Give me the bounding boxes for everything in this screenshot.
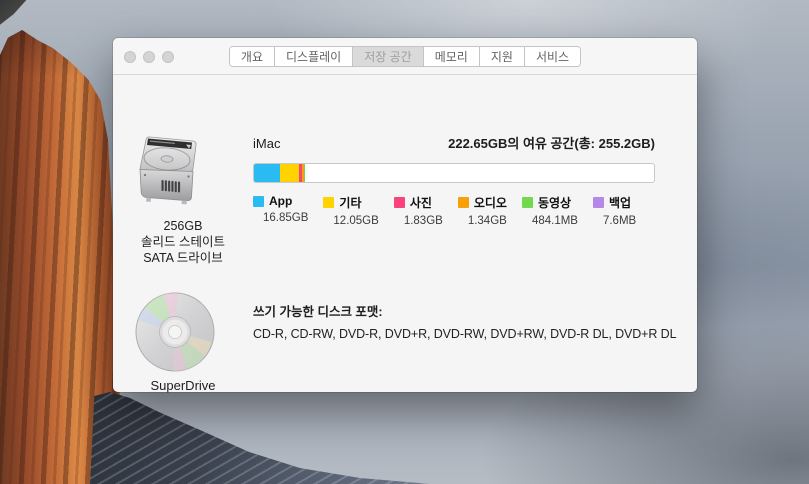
- legend-size: 12.05GB: [333, 215, 378, 227]
- legend-size: 7.6MB: [603, 215, 636, 227]
- bar-segment: [304, 164, 305, 182]
- legend-item-backups: 백업 7.6MB: [593, 194, 636, 227]
- tab-displays[interactable]: 디스플레이: [274, 47, 352, 66]
- titlebar[interactable]: 개요 디스플레이 저장 공간 메모리 지원 서비스: [113, 38, 697, 75]
- legend-label: 백업: [609, 194, 631, 211]
- legend-item-photos: 사진 1.83GB: [394, 194, 443, 227]
- swatch-backups: [593, 197, 604, 208]
- device-name: iMac: [253, 136, 280, 151]
- bar-segment: [254, 164, 280, 182]
- legend-item-audio: 오디오 1.34GB: [458, 194, 507, 227]
- writable-formats-list: CD-R, CD-RW, DVD-R, DVD+R, DVD-RW, DVD+R…: [253, 327, 676, 341]
- legend-label: 기타: [339, 194, 361, 211]
- drive-type-line2: SATA 드라이브: [113, 250, 253, 266]
- legend-item-movies: 동영상 484.1MB: [522, 194, 578, 227]
- legend-label: 동영상: [538, 194, 571, 211]
- minimize-button[interactable]: [143, 51, 155, 63]
- legend-size: 1.34GB: [468, 215, 507, 227]
- bar-segment: [280, 164, 299, 182]
- swatch-other: [323, 197, 334, 208]
- swatch-audio: [458, 197, 469, 208]
- legend-size: 1.83GB: [404, 215, 443, 227]
- legend-item-app: App 16.85GB: [253, 194, 308, 227]
- tab-overview[interactable]: 개요: [230, 47, 274, 66]
- tab-service[interactable]: 서비스: [524, 47, 580, 66]
- drive-capacity: 256GB: [113, 218, 253, 234]
- internal-drive-label: 256GB 솔리드 스테이트 SATA 드라이브: [113, 218, 253, 266]
- legend-label: App: [269, 194, 292, 208]
- legend-label: 오디오: [474, 194, 507, 211]
- free-space-text: 222.65GB의 여유 공간(총: 255.2GB): [448, 133, 655, 152]
- tab-storage[interactable]: 저장 공간: [352, 47, 423, 66]
- legend-item-other: 기타 12.05GB: [323, 194, 378, 227]
- superdrive-disc-icon: [133, 290, 217, 374]
- tab-memory[interactable]: 메모리: [423, 47, 479, 66]
- swatch-photos: [394, 197, 405, 208]
- about-this-mac-window: 개요 디스플레이 저장 공간 메모리 지원 서비스: [113, 38, 697, 392]
- storage-bar: [253, 163, 655, 183]
- traffic-lights: [124, 38, 174, 75]
- legend-size: 484.1MB: [532, 215, 578, 227]
- writable-formats-title: 쓰기 가능한 디스크 포맷:: [253, 301, 383, 320]
- legend-label: 사진: [410, 194, 432, 211]
- storage-summary: iMac 222.65GB의 여유 공간(총: 255.2GB) App 16.…: [253, 133, 655, 227]
- storage-header: iMac 222.65GB의 여유 공간(총: 255.2GB): [253, 133, 655, 152]
- superdrive-label: SuperDrive: [113, 378, 253, 393]
- legend-size: 16.85GB: [263, 212, 308, 224]
- drive-type-line1: 솔리드 스테이트: [113, 234, 253, 250]
- tab-support[interactable]: 지원: [479, 47, 524, 66]
- zoom-button[interactable]: [162, 51, 174, 63]
- toolbar-tabs: 개요 디스플레이 저장 공간 메모리 지원 서비스: [229, 46, 581, 67]
- storage-pane: 256GB 솔리드 스테이트 SATA 드라이브 SuperDrive: [113, 75, 697, 391]
- close-button[interactable]: [124, 51, 136, 63]
- swatch-app: [253, 196, 264, 207]
- swatch-movies: [522, 197, 533, 208]
- storage-legend: App 16.85GB 기타 12.05GB 사진 1.83GB 오디오 1.3…: [253, 194, 655, 227]
- hard-drive-icon: [137, 131, 201, 209]
